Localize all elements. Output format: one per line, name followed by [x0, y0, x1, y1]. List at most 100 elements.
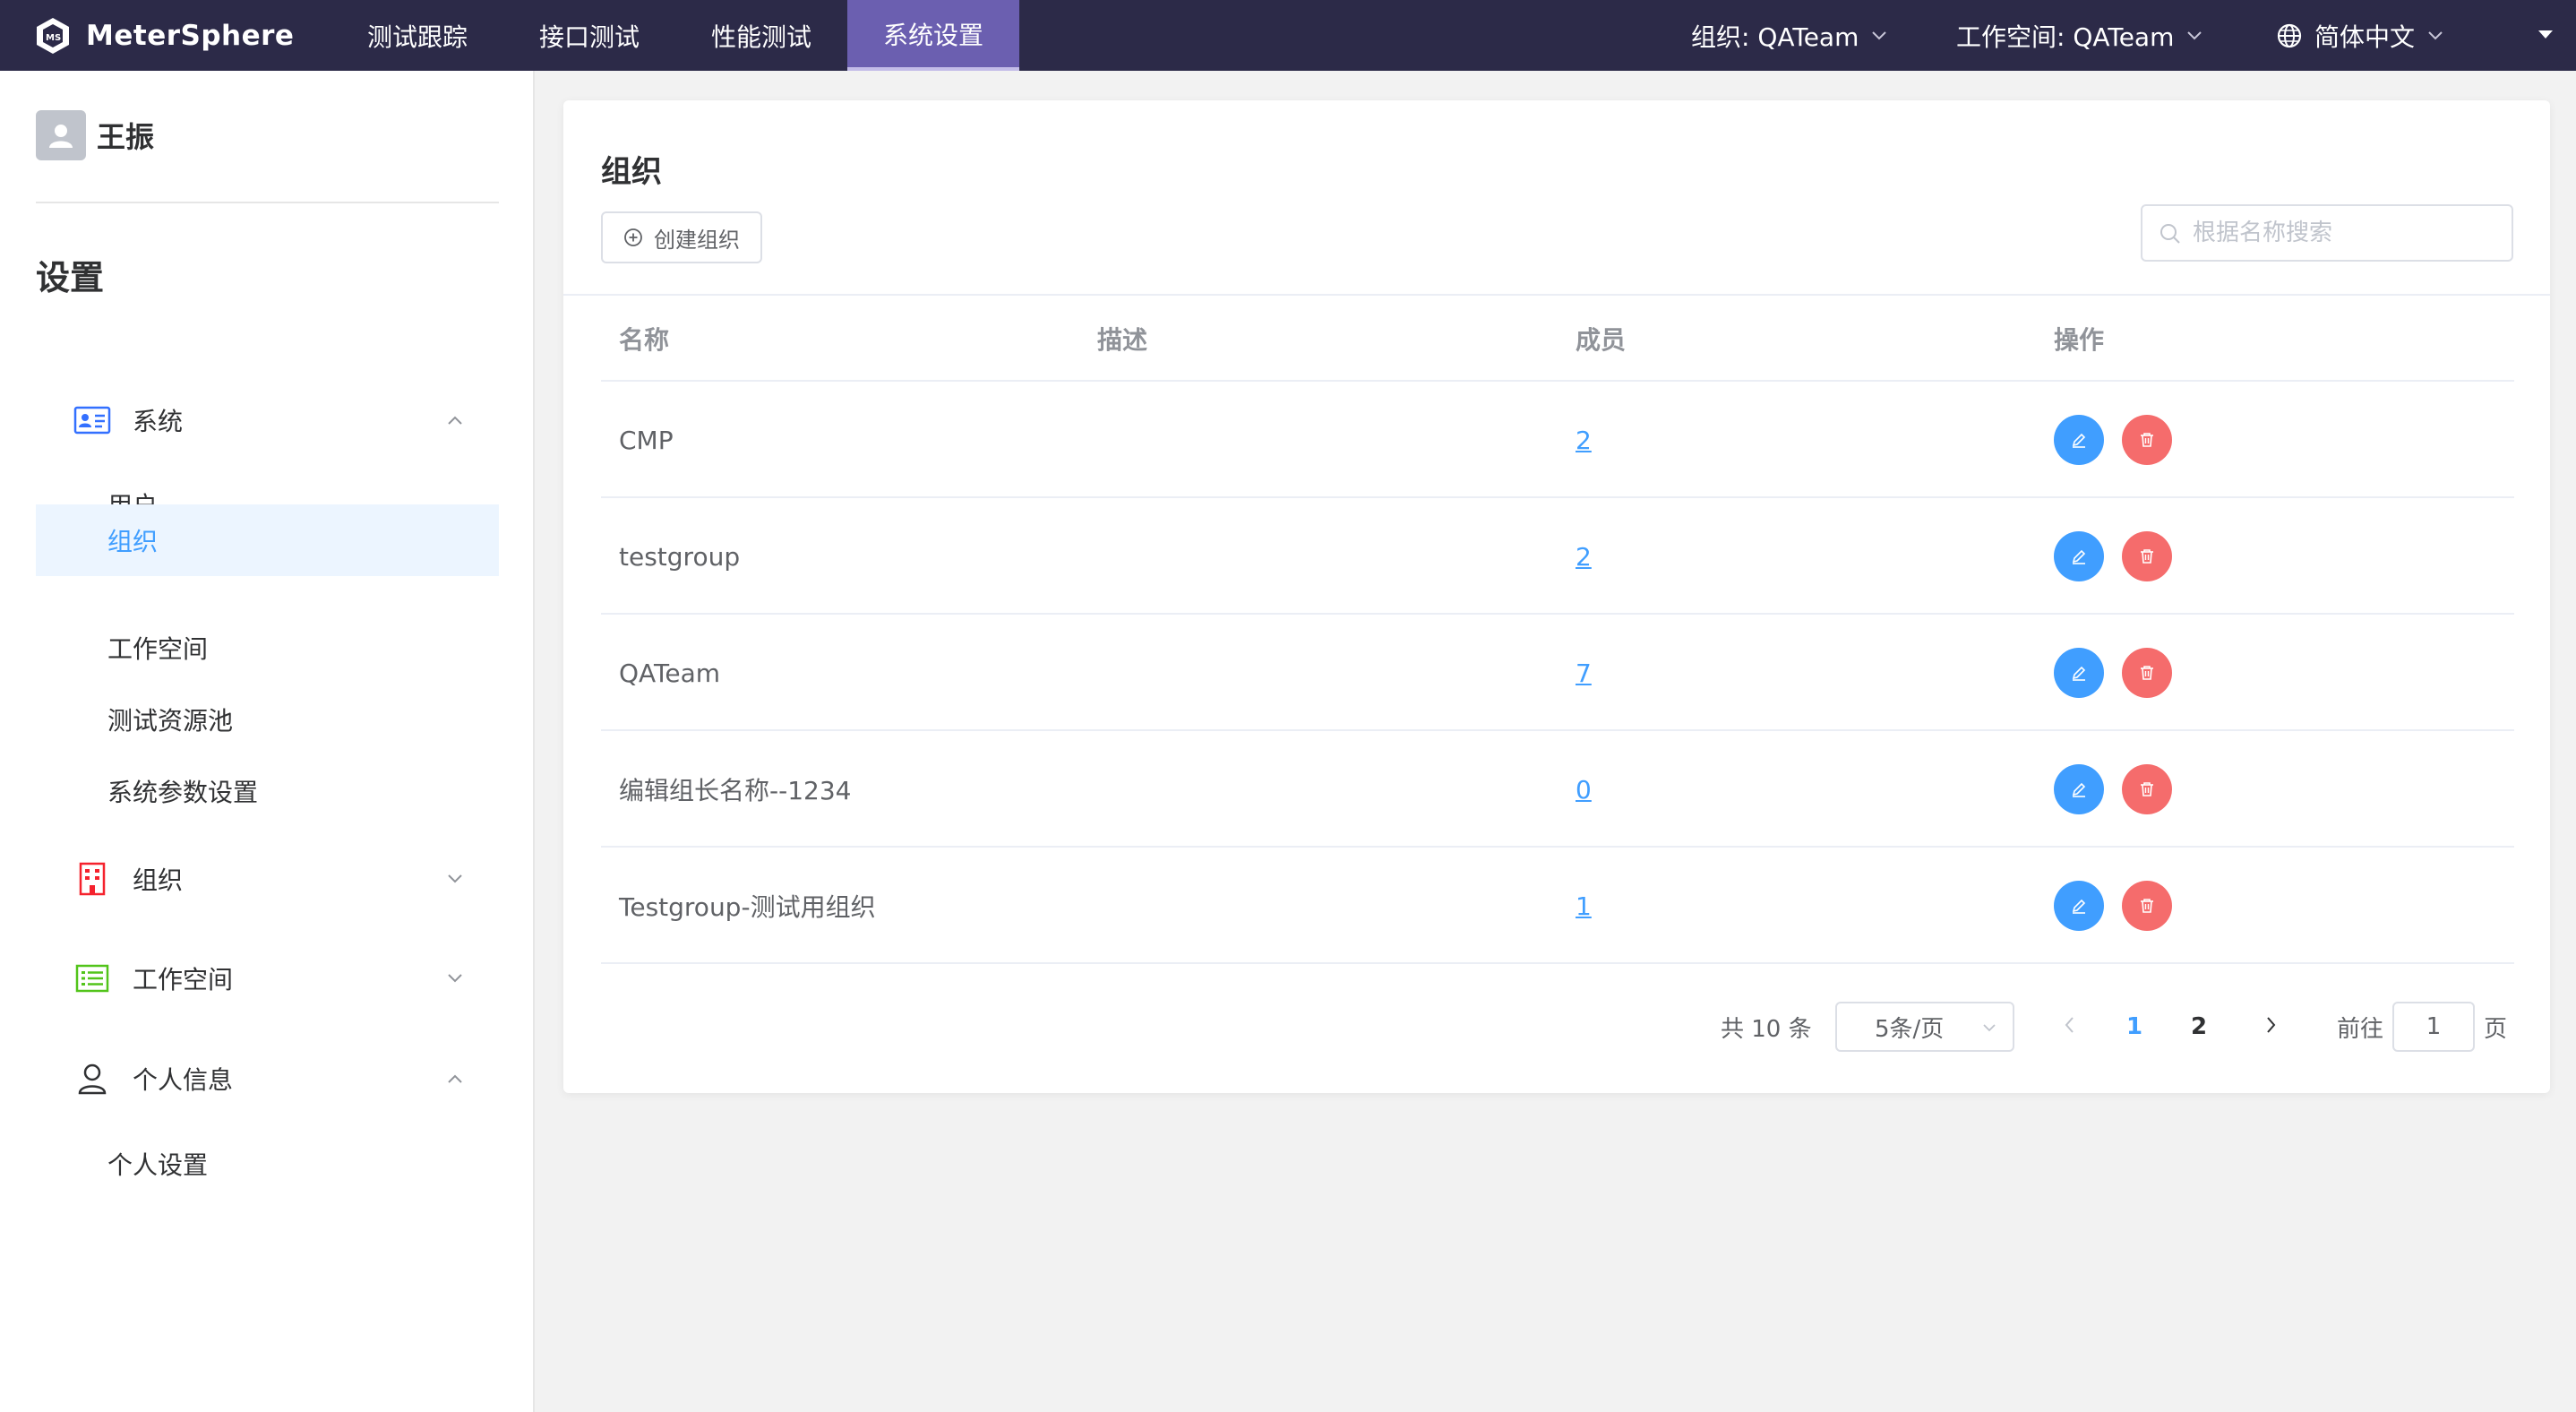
- sidebar-item-system-params[interactable]: 系统参数设置: [36, 755, 499, 827]
- nav-label: 系统设置: [882, 20, 983, 50]
- top-navbar: MS MeterSphere 测试跟踪 接口测试 性能测试 系统设置 组织: Q…: [0, 0, 2576, 71]
- globe-icon: [2277, 23, 2302, 47]
- chevron-down-icon: [1872, 30, 1887, 39]
- member-count-link[interactable]: 7: [1576, 659, 1592, 688]
- sidebar-item-organizations[interactable]: 组织: [36, 504, 499, 576]
- goto-page-input[interactable]: [2392, 1002, 2475, 1052]
- chevron-down-icon: [2187, 30, 2202, 39]
- page-size-select[interactable]: 5条/页: [1835, 1002, 2014, 1052]
- pencil-icon: [2072, 549, 2086, 564]
- page-number-1[interactable]: 1: [2113, 1002, 2156, 1052]
- building-icon: [79, 862, 106, 896]
- workspace-label: 工作空间: QATeam: [1956, 22, 2175, 52]
- member-count-link[interactable]: 1: [1576, 891, 1592, 921]
- nav-test-track[interactable]: 测试跟踪: [351, 0, 484, 71]
- user-icon: [78, 1063, 107, 1095]
- column-header-actions: 操作: [2054, 325, 2105, 355]
- organization-switcher[interactable]: 组织: QATeam: [1691, 0, 1887, 71]
- delete-button[interactable]: [2122, 881, 2172, 931]
- nav-label: 接口测试: [538, 22, 640, 52]
- organization-name: QATeam: [619, 658, 721, 688]
- next-page-button[interactable]: [2258, 1007, 2285, 1043]
- column-header-members: 成员: [1576, 325, 1627, 355]
- table-row: QATeam 7: [601, 615, 2514, 731]
- menu-group-organization[interactable]: 组织: [36, 843, 499, 915]
- nav-label: 性能测试: [710, 22, 811, 52]
- sidebar-item-workspaces[interactable]: 工作空间: [36, 612, 499, 684]
- goto-prefix: 前往: [2337, 1015, 2384, 1043]
- trash-icon: [2141, 433, 2153, 447]
- organization-name: CMP: [619, 425, 674, 455]
- delete-button[interactable]: [2122, 531, 2172, 581]
- sidebar-item-resource-pool[interactable]: 测试资源池: [36, 684, 499, 755]
- page-title: 组织: [601, 154, 662, 190]
- page-number-2[interactable]: 2: [2177, 1002, 2220, 1052]
- sidebar-item-label: 组织: [107, 527, 159, 556]
- organization-name: Testgroup-测试用组织: [619, 892, 876, 922]
- nav-performance-test[interactable]: 性能测试: [695, 0, 828, 71]
- organization-label: 组织: QATeam: [1691, 22, 1859, 52]
- list-icon: [75, 964, 109, 993]
- menu-group-workspace[interactable]: 工作空间: [36, 943, 499, 1014]
- sidebar-divider: [36, 202, 499, 203]
- pencil-icon: [2072, 433, 2086, 448]
- sidebar-item-label: 系统参数设置: [107, 778, 259, 807]
- sidebar-item-personal-settings[interactable]: 个人设置: [36, 1128, 499, 1200]
- column-header-description: 描述: [1097, 325, 1148, 355]
- user-avatar-icon: [49, 125, 73, 148]
- table-row: Testgroup-测试用组织 1: [601, 848, 2514, 964]
- prev-page-button[interactable]: [2056, 1007, 2082, 1043]
- user-name: 王振: [97, 120, 155, 154]
- avatar: [36, 110, 86, 160]
- trash-icon: [2141, 782, 2153, 796]
- delete-button[interactable]: [2122, 415, 2172, 465]
- chevron-up-icon: [448, 416, 462, 425]
- nav-system-settings[interactable]: 系统设置: [847, 0, 1019, 71]
- menu-group-label: 工作空间: [133, 965, 234, 994]
- member-count-link[interactable]: 2: [1576, 426, 1592, 455]
- delete-button[interactable]: [2122, 764, 2172, 814]
- menu-group-personal-info[interactable]: 个人信息: [36, 1043, 499, 1115]
- chevron-down-icon: [2428, 30, 2443, 39]
- search-input[interactable]: [2193, 213, 2497, 253]
- pencil-icon: [2072, 899, 2086, 914]
- workspace-switcher[interactable]: 工作空间: QATeam: [1956, 0, 2202, 71]
- pencil-icon: [2072, 666, 2086, 681]
- chevron-down-icon: [1983, 1024, 1996, 1032]
- edit-button[interactable]: [2054, 881, 2104, 931]
- organization-name: 编辑组长名称--1234: [619, 776, 852, 805]
- organization-table: 名称 描述 成员 操作 CMP 2 testgroup 2 QATeam 7 编…: [601, 296, 2514, 964]
- edit-button[interactable]: [2054, 531, 2104, 581]
- delete-button[interactable]: [2122, 648, 2172, 698]
- settings-sidebar: 王振 设置 系统 用户 组织 工作空间 测试资源池 系统参数设置: [0, 71, 535, 1412]
- plus-circle-icon: [624, 228, 642, 246]
- edit-button[interactable]: [2054, 415, 2104, 465]
- search-icon: [2160, 224, 2180, 244]
- user-menu-caret-icon[interactable]: [2538, 30, 2553, 39]
- member-count-link[interactable]: 2: [1576, 542, 1592, 572]
- language-switcher[interactable]: 简体中文: [2277, 0, 2443, 71]
- trash-icon: [2141, 549, 2153, 564]
- metersphere-logo-icon: MS: [37, 17, 69, 54]
- menu-group-label: 组织: [133, 865, 184, 895]
- menu-group-system[interactable]: 系统: [36, 384, 499, 456]
- member-count-link[interactable]: 0: [1576, 775, 1592, 805]
- nav-label: 测试跟踪: [366, 22, 468, 52]
- chevron-right-icon: [2267, 1017, 2276, 1033]
- chevron-left-icon: [2065, 1017, 2074, 1033]
- edit-button[interactable]: [2054, 648, 2104, 698]
- create-organization-label: 创建组织: [654, 227, 740, 253]
- user-icon: [72, 1061, 113, 1097]
- chevron-down-icon: [448, 874, 462, 883]
- app-logo[interactable]: MS MeterSphere: [32, 0, 294, 71]
- menu-group-label: 系统: [133, 407, 184, 436]
- pagination-total: 共 10 条: [1721, 1015, 1812, 1043]
- edit-button[interactable]: [2054, 764, 2104, 814]
- pencil-icon: [2072, 782, 2086, 797]
- nav-api-test[interactable]: 接口测试: [523, 0, 656, 71]
- column-header-name: 名称: [619, 325, 670, 355]
- trash-icon: [2141, 899, 2153, 913]
- list-icon: [72, 960, 113, 996]
- create-organization-button[interactable]: 创建组织: [601, 211, 762, 263]
- table-row: 编辑组长名称--1234 0: [601, 731, 2514, 848]
